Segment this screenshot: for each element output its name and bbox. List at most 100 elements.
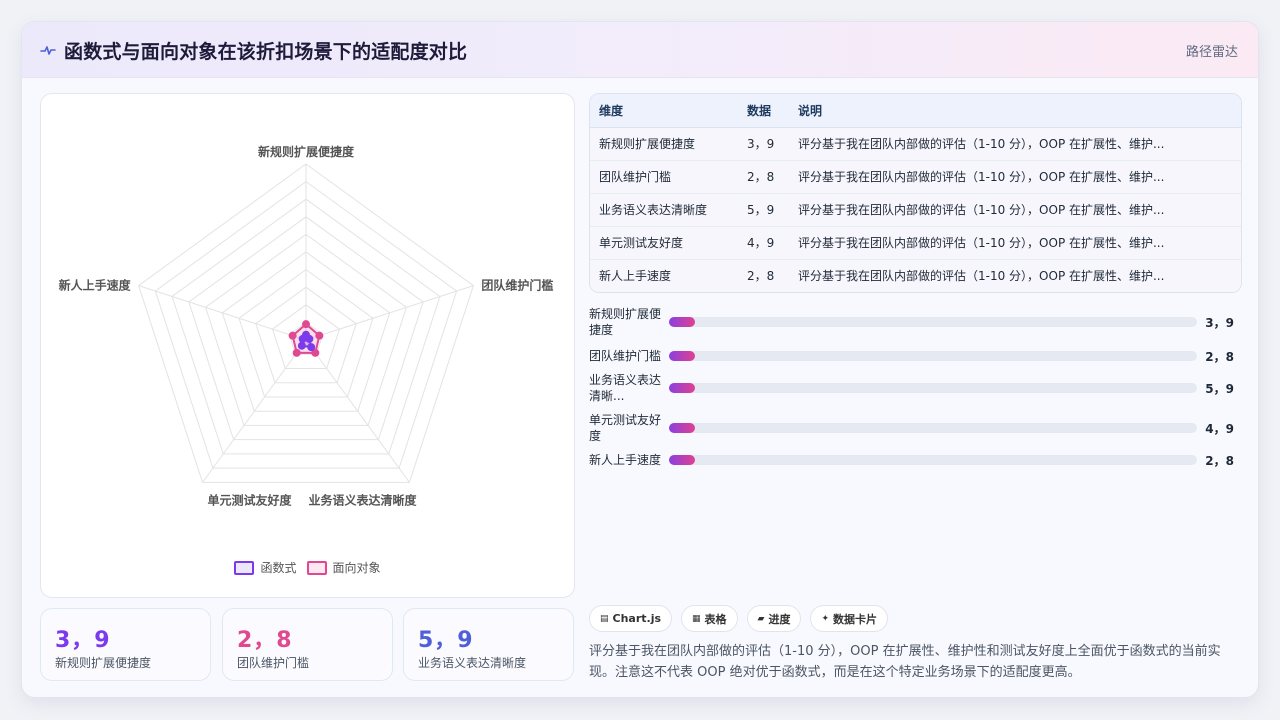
series-functional-point [297, 341, 306, 350]
legend-item-a[interactable]: 函数式 [234, 559, 297, 576]
chart-legend: 函数式 面向对象 [41, 559, 574, 576]
cell-data: 2，8 [738, 160, 789, 194]
header-bar: 函数式与面向对象在该折扣场景下的适配度对比 路径雷达 [22, 22, 1258, 78]
progress-fill [669, 423, 696, 433]
series-oop-point [288, 331, 297, 340]
tag-chips: ▤ Chart.js ▦ 表格 ▰ 进度 ✦ 数据卡片 [589, 605, 889, 632]
cell-data: 3，9 [738, 127, 789, 161]
progress-value: 2，8 [1205, 454, 1234, 468]
chip-label: 数据卡片 [833, 612, 878, 626]
chip-table[interactable]: ▦ 表格 [681, 605, 738, 632]
cell-dimension: 团队维护门槛 [590, 160, 738, 194]
progress-label: 团队维护门槛 [589, 349, 662, 363]
cell-data: 4，9 [738, 226, 789, 260]
progress-fill [669, 351, 696, 361]
summary-note: 评分基于我在团队内部做的评估（1-10 分），OOP 在扩展性、维护性和测试友好… [589, 644, 1221, 680]
cell-desc: 评分基于我在团队内部做的评估（1-10 分），OOP 在扩展性、维护... [789, 160, 1241, 194]
cell-desc: 评分基于我在团队内部做的评估（1-10 分），OOP 在扩展性、维护... [789, 127, 1241, 161]
table-header-row: 维度 数据 说明 [590, 94, 1241, 128]
axis-line [138, 285, 307, 341]
progress-row: 业务语义表达清晰... 5，9 [589, 372, 1242, 404]
stat-card-3: 5，9 业务语义表达清晰度 [403, 608, 574, 681]
cell-dimension: 单元测试友好度 [590, 226, 738, 260]
progress-track [669, 351, 1197, 361]
progress-row: 新人上手速度 2，8 [589, 444, 1242, 476]
series-oop-point [292, 348, 301, 357]
axis-label: 团队维护门槛 [481, 278, 553, 293]
cell-data: 5，9 [738, 193, 789, 227]
progress-value: 5，9 [1205, 382, 1234, 396]
legend-swatch-a [234, 560, 255, 575]
progress-fill [669, 455, 696, 465]
stat-value: 5，9 [418, 628, 474, 653]
table-row: 新人上手速度 2，8 评分基于我在团队内部做的评估（1-10 分），OOP 在扩… [590, 259, 1241, 292]
page-title: 函数式与面向对象在该折扣场景下的适配度对比 [64, 41, 468, 63]
cell-desc: 评分基于我在团队内部做的评估（1-10 分），OOP 在扩展性、维护... [789, 193, 1241, 227]
progress-fill [669, 383, 696, 393]
chart-icon: ▤ [600, 613, 609, 624]
stat-value: 3，9 [55, 628, 111, 653]
progress-track [669, 423, 1197, 433]
dashboard-card: 函数式与面向对象在该折扣场景下的适配度对比 路径雷达 新规则扩展便捷度 团队维护门… [21, 21, 1259, 698]
axis-label: 新人上手速度 [59, 278, 132, 293]
table-row: 单元测试友好度 4，9 评分基于我在团队内部做的评估（1-10 分），OOP 在… [590, 226, 1241, 260]
legend-item-b[interactable]: 面向对象 [306, 559, 381, 576]
table-row: 新规则扩展便捷度 3，9 评分基于我在团队内部做的评估（1-10 分），OOP … [590, 127, 1241, 161]
axis-label: 新规则扩展便捷度 [258, 144, 355, 159]
cell-data: 2，8 [747, 269, 775, 284]
chip-chartjs[interactable]: ▤ Chart.js [589, 605, 673, 632]
series-functional-point [298, 334, 307, 343]
progress-label: 新规则扩展便捷度 [589, 307, 662, 337]
chip-datacard[interactable]: ✦ 数据卡片 [810, 605, 889, 632]
progress-value: 3，9 [1205, 316, 1234, 330]
progress-fill [669, 317, 696, 327]
axis-line [305, 285, 474, 341]
stat-card-2: 2，8 团队维护门槛 [222, 608, 393, 681]
chip-label: Chart.js [612, 612, 662, 625]
header-tag: 路径雷达 [1185, 45, 1238, 60]
legend-swatch-b [306, 560, 327, 575]
series-functional-point [307, 343, 316, 352]
sparkle-icon: ✦ [821, 613, 830, 624]
stat-label: 业务语义表达清晰度 [418, 656, 527, 670]
progress-track [669, 455, 1197, 465]
legend-label-a: 函数式 [260, 561, 297, 575]
column-header: 数据 [738, 94, 789, 128]
legend-label-b: 面向对象 [332, 561, 381, 575]
progress-row: 新规则扩展便捷度 3，9 [589, 306, 1242, 338]
table-row: 业务语义表达清晰度 5，9 评分基于我在团队内部做的评估（1-10 分），OOP… [590, 193, 1241, 227]
cell-dimension: 新人上手速度 [599, 269, 672, 284]
table-icon: ▦ [692, 613, 701, 624]
series-oop-point [315, 331, 324, 340]
progress-value: 4，9 [1205, 422, 1234, 436]
series-oop-point [302, 320, 310, 329]
stat-card-1: 3，9 新规则扩展便捷度 [40, 608, 211, 681]
progress-track [669, 317, 1197, 327]
pulse-icon [40, 46, 56, 55]
progress-value: 2，8 [1205, 350, 1234, 364]
axis-label: 业务语义表达清晰度 [308, 492, 417, 507]
radar-panel: 新规则扩展便捷度团队维护门槛业务语义表达清晰度 单元测试友好度 新人上手速度 函数式… [40, 93, 575, 598]
table-row: 团队维护门槛 2，8 评分基于我在团队内部做的评估（1-10 分），OOP 在扩… [590, 160, 1241, 194]
progress-row: 团队维护门槛 2，8 [589, 340, 1242, 372]
cell-desc: 评分基于我在团队内部做的评估（1-10 分），OOP 在扩展性、维护... [798, 269, 1165, 284]
cell-desc: 评分基于我在团队内部做的评估（1-10 分），OOP 在扩展性、维护... [789, 226, 1241, 260]
chip-label: 表格 [704, 612, 727, 626]
cell-dimension: 新规则扩展便捷度 [590, 127, 738, 161]
progress-label: 业务语义表达清晰... [589, 373, 662, 403]
progress-label: 单元测试友好度 [589, 413, 662, 443]
cell-dimension: 业务语义表达清晰度 [590, 193, 738, 227]
stat-label: 新规则扩展便捷度 [55, 656, 152, 670]
progress-track [669, 383, 1197, 393]
progress-label: 新人上手速度 [589, 453, 662, 467]
radar-chart: 新规则扩展便捷度团队维护门槛业务语义表达清晰度单元测试友好度 新人上手速度 [59, 144, 554, 507]
progress-row: 单元测试友好度 4，9 [589, 412, 1242, 444]
progress-icon: ▰ [757, 613, 765, 624]
chip-label: 进度 [768, 612, 791, 626]
stat-label: 团队维护门槛 [237, 656, 310, 670]
data-table: 维度 数据 说明 新规则扩展便捷度 3，9 评分基于我在团队内部做的评估（1-1… [589, 93, 1242, 293]
axis-label: 单元测试友好度 [208, 492, 293, 507]
stat-value: 2，8 [237, 628, 293, 653]
chip-progress[interactable]: ▰ 进度 [746, 605, 802, 632]
column-header: 维度 [590, 94, 738, 128]
